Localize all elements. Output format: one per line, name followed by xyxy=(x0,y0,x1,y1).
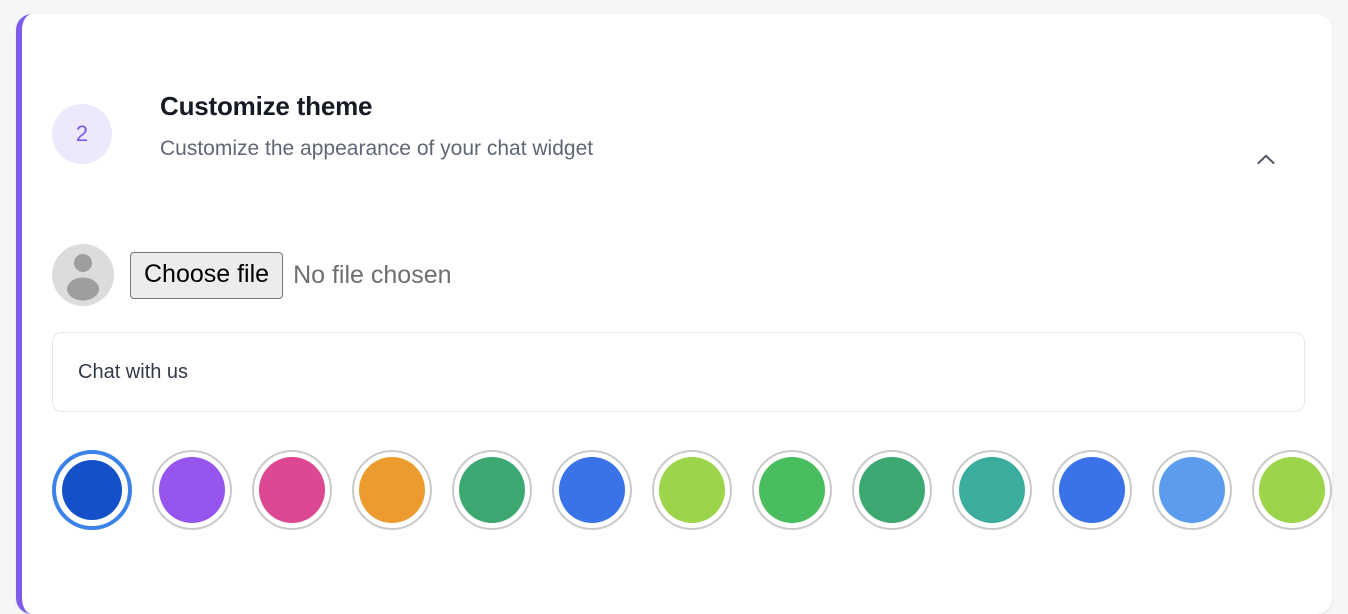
color-swatch-orange[interactable] xyxy=(552,450,632,530)
color-swatch-dot xyxy=(159,457,225,523)
color-swatch-pink[interactable] xyxy=(452,450,532,530)
file-chosen-status: No file chosen xyxy=(293,260,452,289)
color-swatch-sea-green[interactable] xyxy=(852,450,932,530)
color-swatch-lime[interactable] xyxy=(1252,450,1332,530)
chevron-up-icon xyxy=(1253,147,1279,173)
collapse-section-button[interactable] xyxy=(1244,138,1288,182)
page-title: Customize theme xyxy=(160,91,373,121)
color-swatch-blue[interactable] xyxy=(52,450,132,530)
color-swatch-royal-blue[interactable] xyxy=(1052,450,1132,530)
color-swatch-violet[interactable] xyxy=(252,450,332,530)
logo-upload-row: Choose file No file chosen xyxy=(52,244,1302,306)
color-swatch-dot xyxy=(659,457,725,523)
logo-file-input[interactable]: Choose file No file chosen xyxy=(130,251,452,299)
color-swatch-dot xyxy=(1259,457,1325,523)
color-swatch-light-blue[interactable] xyxy=(1152,450,1232,530)
step-number-badge: 2 xyxy=(52,104,112,164)
color-swatch-dot xyxy=(959,457,1025,523)
step-card-body: Choose file No file chosen xyxy=(22,244,1332,530)
customize-theme-step-card: 2 Customize theme Customize the appearan… xyxy=(16,14,1332,614)
color-swatch-amber[interactable] xyxy=(652,450,732,530)
color-swatch-dot xyxy=(359,457,425,523)
color-swatch-dot xyxy=(62,460,122,520)
choose-file-button[interactable]: Choose file xyxy=(130,251,284,299)
avatar xyxy=(52,244,114,306)
color-swatch-red[interactable] xyxy=(352,450,432,530)
step-header-text: Customize theme Customize the appearance… xyxy=(112,76,1244,162)
color-swatch-dot xyxy=(759,457,825,523)
user-avatar-placeholder-icon xyxy=(52,244,114,306)
color-swatch-purple[interactable] xyxy=(152,450,232,530)
color-swatch-teal[interactable] xyxy=(952,450,1032,530)
color-swatch-dot xyxy=(459,457,525,523)
widget-title-input[interactable] xyxy=(52,332,1305,412)
color-swatch-dot xyxy=(1159,457,1225,523)
color-swatch-dot xyxy=(259,457,325,523)
color-swatch-dot xyxy=(859,457,925,523)
theme-color-swatch-list xyxy=(52,450,1332,530)
color-swatch-green[interactable] xyxy=(752,450,832,530)
step-card-header: 2 Customize theme Customize the appearan… xyxy=(22,14,1332,182)
color-swatch-dot xyxy=(1059,457,1125,523)
page-root: 2 Customize theme Customize the appearan… xyxy=(0,0,1348,614)
step-subtitle: Customize the appearance of your chat wi… xyxy=(160,136,594,160)
color-swatch-dot xyxy=(559,457,625,523)
